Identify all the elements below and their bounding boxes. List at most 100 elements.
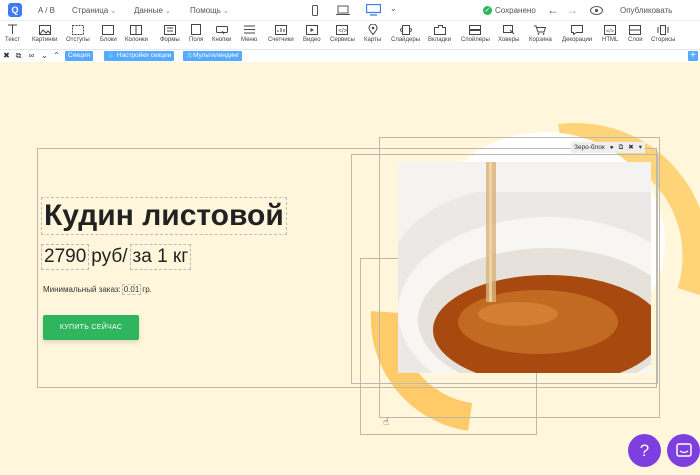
zero-block-label[interactable]: Зеро-блок xyxy=(574,142,605,153)
copy-icon[interactable]: ⧉ xyxy=(14,51,23,60)
tool-images[interactable]: Картинки xyxy=(32,23,57,43)
tool-forms[interactable]: Формы xyxy=(160,23,180,43)
redo-icon[interactable]: → xyxy=(566,3,578,17)
tool-services[interactable]: </> Сервисы xyxy=(330,23,355,43)
decorations-icon xyxy=(570,23,584,36)
tool-cart[interactable]: Корзина xyxy=(529,23,552,43)
link-icon[interactable]: ∞ xyxy=(27,51,36,60)
tool-label: Сервисы xyxy=(330,37,355,43)
html-icon: </> xyxy=(603,23,617,36)
desktop-view-icon[interactable] xyxy=(365,4,381,16)
tool-blocks[interactable]: Блоки xyxy=(100,23,117,43)
add-section-button[interactable]: + xyxy=(688,51,698,61)
sliders-icon xyxy=(399,23,413,36)
tool-label: Поля xyxy=(189,37,204,43)
tool-spoilers[interactable]: Спойлеры xyxy=(461,23,490,43)
tool-label: Слайдеры xyxy=(391,37,421,43)
chevron-down-icon[interactable]: ⌄ xyxy=(390,4,397,13)
save-status: Сохранено xyxy=(495,6,536,15)
text-icon xyxy=(6,23,20,36)
help-button[interactable]: ? xyxy=(628,434,661,467)
tool-label: Видео xyxy=(303,37,321,43)
section-settings-chip[interactable]: 💧 Настройки секции xyxy=(104,51,175,61)
tool-label: Корзина xyxy=(529,37,552,43)
price-per[interactable]: за 1 кг xyxy=(129,244,192,270)
spacing-icon xyxy=(71,23,85,36)
min-order-label: Минимальный заказ: xyxy=(43,285,121,294)
min-order: Минимальный заказ: 0.01 гр. xyxy=(43,284,152,295)
top-bar: Q A / B Страница ⌄ Данные ⌄ Помощь ⌄ ⌄ ✓ Со… xyxy=(0,0,700,21)
tool-video[interactable]: Видео xyxy=(303,23,321,43)
tool-text[interactable]: Текст xyxy=(5,23,20,43)
tool-label: Вкладки xyxy=(428,37,452,43)
buy-now-button[interactable]: КУПИТЬ СЕЙЧАС xyxy=(43,315,139,340)
editor-canvas[interactable]: Зеро-блок ● ⧉ ✖ ▾ Кудин листовой 2790 ру… xyxy=(0,62,700,475)
tool-sliders[interactable]: Слайдеры xyxy=(391,23,420,43)
tool-label: Ховеры xyxy=(498,37,520,43)
tool-counters[interactable]: Счетчики xyxy=(268,23,294,43)
check-icon: ✓ xyxy=(483,6,492,15)
tool-menu[interactable]: Меню xyxy=(241,23,257,43)
drop-icon[interactable]: ● xyxy=(610,142,614,153)
menu-page[interactable]: Страница ⌄ xyxy=(72,6,116,15)
menu-data-label: Данные xyxy=(134,6,163,15)
tool-maps[interactable]: Карты xyxy=(364,23,381,43)
section-chip[interactable]: Секция xyxy=(65,51,94,61)
copy-icon[interactable]: ⧉ xyxy=(619,142,624,153)
hand-cursor-icon: ☝ xyxy=(383,417,390,428)
tool-label: Формы xyxy=(160,37,180,43)
menu-help-label: Помощь xyxy=(190,6,221,15)
tool-label: Колонки xyxy=(125,37,148,43)
svg-text:</>: </> xyxy=(606,28,614,34)
tool-label: Декорации xyxy=(562,37,593,43)
chevron-down-icon[interactable]: ⌄ xyxy=(40,51,49,60)
tool-spacing[interactable]: Отступы xyxy=(66,23,90,43)
section-settings-label: Настройки секции xyxy=(116,52,172,59)
chat-button[interactable] xyxy=(667,434,700,467)
tool-columns[interactable]: Колонки xyxy=(125,23,148,43)
chat-icon xyxy=(675,442,692,457)
tool-buttons[interactable]: Кнопки xyxy=(212,23,231,43)
page-id[interactable]: A / B xyxy=(38,6,55,15)
tool-label: HTML xyxy=(602,37,619,43)
tea-image[interactable] xyxy=(398,162,651,373)
chevron-down-icon: ⌄ xyxy=(222,8,229,15)
tool-label: Сторисы xyxy=(651,37,676,43)
tool-hovers[interactable]: Ховеры xyxy=(498,23,519,43)
layers-icon xyxy=(628,23,642,36)
stories-icon xyxy=(656,23,670,36)
multilanding-chip[interactable]: ⤨ Мультилендинг xyxy=(183,51,243,61)
buttons-icon xyxy=(215,23,229,36)
help-label: ? xyxy=(639,440,650,460)
tool-label: Текст xyxy=(5,37,21,43)
caret-down-icon[interactable]: ▾ xyxy=(639,142,642,153)
close-icon[interactable]: ✖ xyxy=(2,51,11,60)
tool-stories[interactable]: Сторисы xyxy=(651,23,675,43)
tool-tabs[interactable]: Вкладки xyxy=(428,23,451,43)
tool-decorations[interactable]: Декорации xyxy=(562,23,592,43)
tool-fields[interactable]: Поля xyxy=(189,23,203,43)
tool-label: Меню xyxy=(241,37,258,43)
laptop-view-icon[interactable] xyxy=(336,4,350,16)
menu-help[interactable]: Помощь ⌄ xyxy=(190,6,229,15)
chevron-up-icon[interactable]: ⌃ xyxy=(52,51,61,60)
undo-icon[interactable]: ← xyxy=(547,3,559,17)
close-icon[interactable]: ✖ xyxy=(628,142,633,153)
mobile-view-icon[interactable] xyxy=(311,4,319,16)
min-order-value[interactable]: 0.01 xyxy=(121,284,142,295)
tool-label: Спойлеры xyxy=(461,37,490,43)
svg-text:</>: </> xyxy=(339,28,348,34)
publish-button[interactable]: Опубликовать xyxy=(620,6,672,15)
image-icon xyxy=(38,23,52,36)
tool-html[interactable]: </> HTML xyxy=(602,23,618,43)
price-unit: руб/ xyxy=(91,246,128,267)
menu-data[interactable]: Данные ⌄ xyxy=(134,6,171,15)
tool-label: Карты xyxy=(364,37,382,43)
product-title[interactable]: Кудин листовой xyxy=(41,197,287,235)
tool-layers[interactable]: Слои xyxy=(628,23,643,43)
preview-eye-icon[interactable] xyxy=(589,4,603,16)
price-row: 2790 руб/ за 1 кг xyxy=(41,244,192,270)
app-logo[interactable]: Q xyxy=(8,3,22,17)
price-value[interactable]: 2790 xyxy=(41,244,90,270)
section-bar: ✖ ⧉ ∞ ⌄ ⌃ Секция 💧 Настройки секции ⤨ Му… xyxy=(0,50,700,62)
